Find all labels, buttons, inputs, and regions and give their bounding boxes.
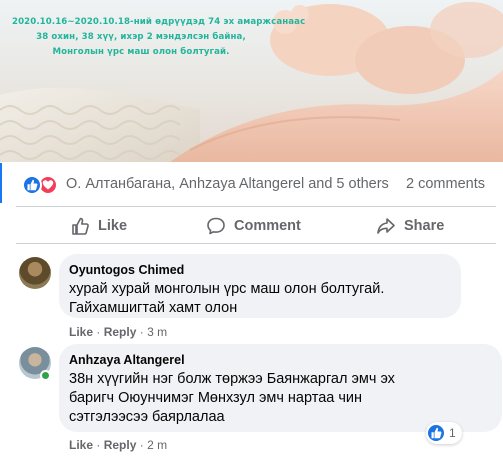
share-button[interactable]: Share bbox=[376, 215, 444, 237]
comment-bubble: Anhzaya Altangerel 38н хүүгийн нэг болж … bbox=[59, 344, 502, 432]
reactors-text[interactable]: О. Алтанбагана, Anhzaya Altangerel and 5… bbox=[66, 176, 389, 192]
comment-line: хурай хурай монголын үрс маш олон болтуг… bbox=[69, 281, 385, 297]
like-icon bbox=[22, 175, 42, 195]
share-arrow-icon bbox=[377, 218, 395, 234]
comment-author[interactable]: Oyuntogos Chimed bbox=[69, 262, 449, 278]
caption-line: Монголын үрс маш олон болтугай. bbox=[52, 47, 230, 57]
comment-bubble: Oyuntogos Chimed хурай хурай монголын үр… bbox=[59, 254, 461, 318]
caption-line: 2020.10.16~2020.10.18-ний өдрүүдэд 74 эх… bbox=[12, 17, 306, 27]
comment-item: Oyuntogos Chimed хурай хурай монголын үр… bbox=[0, 254, 503, 340]
reactions-summary: О. Алтанбагана, Anhzaya Altangerel and 5… bbox=[0, 163, 503, 203]
share-label: Share bbox=[404, 218, 445, 234]
comment-button[interactable]: Comment bbox=[206, 215, 301, 237]
caption-line: 38 охин, 38 хүү, ихэр 2 мэндэлсэн байна, bbox=[36, 32, 246, 42]
comment-item: Anhzaya Altangerel 38н хүүгийн нэг болж … bbox=[0, 344, 503, 454]
reaction-icons[interactable] bbox=[22, 175, 60, 195]
comment-like-link[interactable]: Like bbox=[69, 325, 93, 339]
comments-count[interactable]: 2 comments bbox=[406, 176, 485, 192]
comment-reply-link[interactable]: Reply bbox=[104, 438, 137, 452]
comment-time[interactable]: 3 m bbox=[147, 325, 167, 339]
comment-like-link[interactable]: Like bbox=[69, 438, 93, 452]
comment-text: 38н хүүгийн нэг болж төржээ Баянжаргал э… bbox=[69, 370, 490, 427]
online-status-icon bbox=[40, 370, 51, 381]
post-image[interactable]: 2020.10.16~2020.10.18-ний өдрүүдэд 74 эх… bbox=[0, 0, 503, 162]
comment-label: Comment bbox=[234, 218, 301, 234]
like-label: Like bbox=[98, 218, 128, 234]
comment-line: Гайхамшигтай хамт олон bbox=[69, 300, 238, 316]
speech-bubble-icon bbox=[207, 217, 225, 235]
comment-text: хурай хурай монголын үрс маш олон болтуг… bbox=[69, 280, 449, 318]
comment-line: 38н хүүгийн нэг болж төржээ Баянжаргал э… bbox=[69, 371, 395, 387]
comment-author[interactable]: Anhzaya Altangerel bbox=[69, 352, 490, 368]
like-button[interactable]: Like bbox=[70, 215, 127, 237]
comment-meta: Like · Reply · 2 m bbox=[69, 438, 168, 452]
avatar[interactable] bbox=[19, 257, 51, 289]
image-caption: 2020.10.16~2020.10.18-ний өдрүүдэд 74 эх… bbox=[12, 15, 306, 60]
thumbs-up-icon bbox=[72, 217, 89, 235]
post-action-bar: Like Comment Share bbox=[16, 206, 496, 244]
reaction-count: 1 bbox=[449, 426, 456, 440]
comment-line: сэтгэлээсээ баярлалаа bbox=[69, 409, 225, 425]
comment-time[interactable]: 2 m bbox=[147, 438, 167, 452]
like-icon bbox=[428, 425, 444, 441]
comment-line: баригч Оюунчимэг Мөнхзул эмч нартаа чин bbox=[69, 390, 363, 406]
comment-meta: Like · Reply · 3 m bbox=[69, 325, 168, 339]
comment-reaction-badge[interactable]: 1 bbox=[426, 422, 462, 444]
comment-reply-link[interactable]: Reply bbox=[104, 325, 137, 339]
